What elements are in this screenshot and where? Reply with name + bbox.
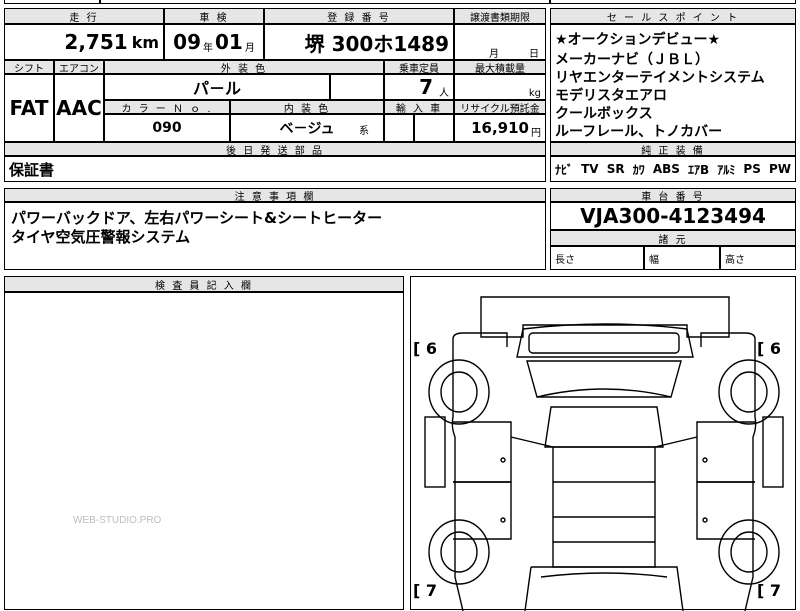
selling-point: ルーフレール、トノカバー: [555, 124, 723, 140]
max-load-header: 最大積載量: [454, 60, 546, 75]
genuine-item: ｴｱB: [688, 162, 710, 177]
genuine-header: 純 正 装 備: [550, 142, 796, 157]
genuine-items: ﾅﾋﾞ TV SR ｶﾜ ABS ｴｱB ｱﾙﾐ PS PW: [550, 156, 796, 182]
selling-point: ★オークションデビュー★: [555, 32, 721, 48]
exterior-extra-cell: [330, 74, 384, 100]
notes-cell: パワーバックドア、左右パワーシート&シートヒーター タイヤ空気圧警報システム: [4, 202, 546, 270]
top-partial-mid: [100, 0, 550, 4]
top-partial-right: [550, 0, 796, 4]
selling-point: モデリスタエアロ: [555, 88, 667, 104]
shaken-cell: 09 年 01 月: [164, 24, 264, 60]
transfer-header: 譲渡書類期限: [454, 8, 546, 24]
color-no-header: カ ラ ー Ｎ ｏ .: [104, 100, 230, 115]
genuine-item: ｶﾜ: [632, 162, 645, 177]
recycle-cell: 16,910 円: [454, 114, 546, 142]
notes-line: タイヤ空気圧警報システム: [11, 228, 191, 246]
spec-width-label: 幅: [649, 254, 659, 266]
selling-points-header: セ ー ル ス ポ イ ン ト: [550, 8, 796, 24]
mileage-value: 2,751: [64, 30, 128, 54]
shaken-year-unit: 年: [203, 42, 213, 54]
top-partial-left: [4, 0, 100, 4]
capacity-unit: 人: [439, 87, 449, 99]
later-parts-value: 保証書: [9, 160, 55, 179]
import-cell-a: [384, 114, 414, 142]
selling-points-box: ★オークションデビュー★ メーカーナビ（ＪＢＬ） リヤエンターテイメントシステム…: [550, 24, 796, 142]
car-diagram: [424, 296, 784, 611]
selling-point: リヤエンターテイメントシステム: [555, 70, 765, 86]
transfer-day-unit: 日: [529, 49, 539, 60]
genuine-item: TV: [581, 162, 599, 176]
notes-line: パワーバックドア、左右パワーシート&シートヒーター: [11, 209, 383, 227]
shift-cell: FAT: [4, 74, 54, 142]
panel-marker-bottom-right: [ 7: [757, 581, 782, 600]
spec-length-label: 長さ: [555, 254, 575, 266]
registration-value: 堺 300ホ1489: [304, 31, 449, 56]
car-diagram-box: [ 6 [ 6 [ 7 [ 7: [410, 276, 796, 611]
color-no-value: 090: [152, 120, 182, 136]
shift-header: シフト: [4, 60, 54, 75]
spec-width-cell: 幅: [644, 246, 720, 270]
import-cell-b: [414, 114, 454, 142]
spec-length-cell: 長さ: [550, 246, 644, 270]
selling-point: メーカーナビ（ＪＢＬ）: [555, 52, 709, 68]
selling-point: クールボックス: [555, 106, 653, 122]
exterior-header: 外 装 色: [104, 60, 384, 75]
inspector-cell: WEB-STUDIO.PRO: [4, 292, 404, 610]
spec-height-cell: 高さ: [720, 246, 796, 270]
shaken-month: 01: [215, 30, 243, 54]
interior-header: 内 装 色: [230, 100, 384, 115]
exterior-value: パ－ル: [192, 79, 241, 98]
recycle-value: 16,910: [471, 119, 529, 137]
chassis-value: VJA300-4123494: [580, 204, 766, 228]
recycle-unit: 円: [531, 127, 541, 139]
ac-cell: AAC: [54, 74, 104, 142]
genuine-item: ABS: [652, 162, 680, 176]
interior-suffix: 系: [359, 126, 369, 137]
chassis-cell: VJA300-4123494: [550, 202, 796, 230]
ac-value: AAC: [56, 96, 102, 120]
shaken-month-unit: 月: [244, 42, 255, 54]
max-load-unit: kg: [528, 88, 541, 99]
later-parts-header: 後 日 発 送 部 品: [4, 142, 546, 157]
exterior-cell: パ－ル: [104, 74, 330, 100]
panel-marker-top-right: [ 6: [757, 339, 782, 358]
panel-marker-top-left: [ 6: [413, 339, 438, 358]
spec-height-label: 高さ: [725, 254, 745, 266]
import-header: 輸 入 車: [384, 100, 454, 115]
registration-header: 登 録 番 号: [264, 8, 454, 24]
genuine-item: SR: [606, 162, 625, 176]
transfer-cell: 月 日: [454, 24, 546, 60]
transfer-month-unit: 月: [489, 49, 499, 60]
mileage-header: 走 行: [4, 8, 164, 24]
capacity-header: 乗車定員: [384, 60, 454, 75]
color-no-cell: 090: [104, 114, 230, 142]
panel-marker-bottom-left: [ 7: [413, 581, 438, 600]
mileage-cell: 2,751 km: [4, 24, 164, 60]
mileage-unit: km: [131, 32, 159, 52]
genuine-item: PS: [743, 162, 761, 176]
capacity-cell: 7 人: [384, 74, 454, 100]
specs-header: 諸 元: [550, 230, 796, 246]
chassis-header: 車 台 番 号: [550, 188, 796, 203]
shaken-header: 車 検: [164, 8, 264, 24]
genuine-item: PW: [768, 162, 791, 176]
max-load-cell: kg: [454, 74, 546, 100]
notes-header: 注 意 事 項 欄: [4, 188, 546, 203]
watermark: WEB-STUDIO.PRO: [73, 515, 162, 526]
ac-header: エアコン: [54, 60, 104, 75]
inspector-header: 検 査 員 記 入 欄: [4, 276, 404, 292]
later-parts-cell: 保証書: [4, 156, 546, 182]
capacity-value: 7: [419, 75, 433, 99]
genuine-item: ﾅﾋﾞ: [555, 162, 574, 177]
shift-value: FAT: [9, 96, 49, 120]
shaken-year: 09: [173, 30, 201, 54]
interior-value: ベ－ジュ: [279, 121, 335, 137]
genuine-item: ｱﾙﾐ: [717, 162, 736, 177]
interior-cell: ベ－ジュ 系: [230, 114, 384, 142]
recycle-header: リサイクル預託金: [454, 100, 546, 115]
registration-cell: 堺 300ホ1489: [264, 24, 454, 60]
